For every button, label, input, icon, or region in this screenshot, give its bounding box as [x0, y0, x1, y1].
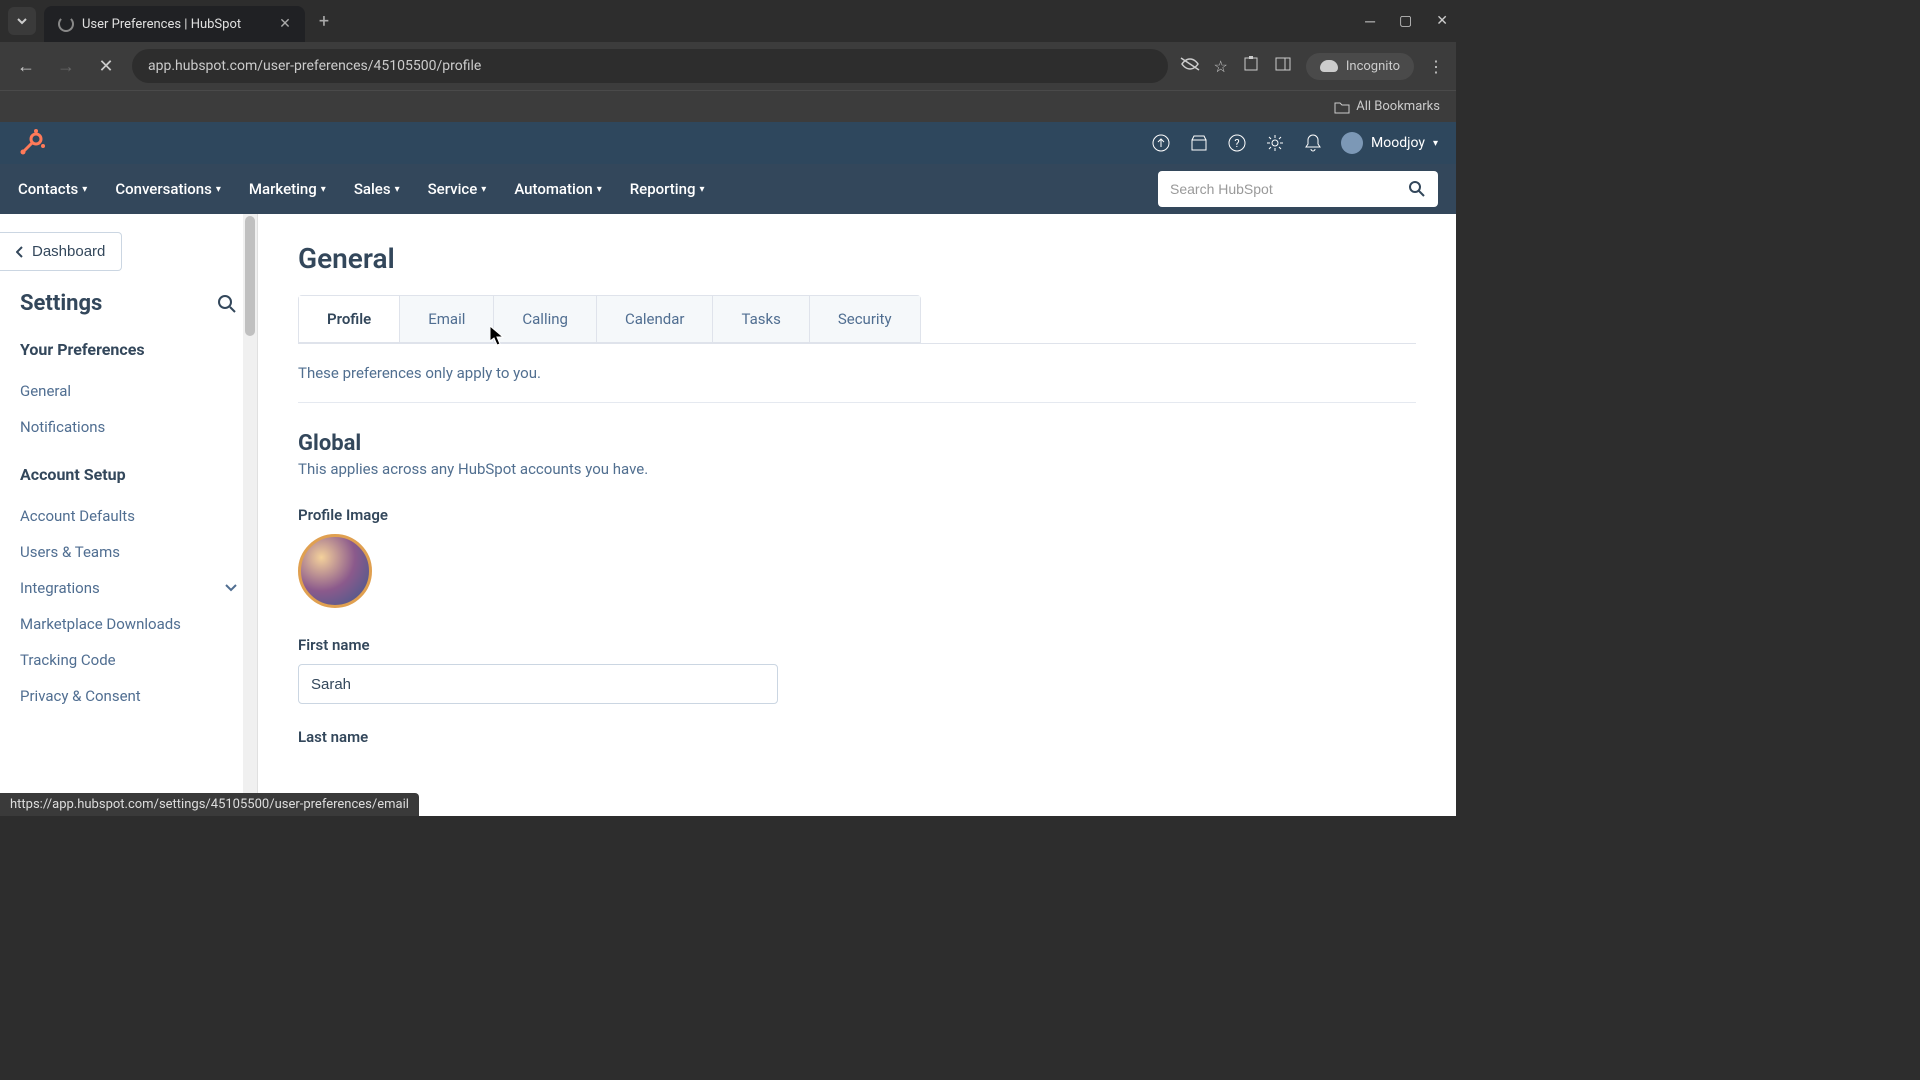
main-nav: Contacts▾ Conversations▾ Marketing▾ Sale… — [0, 164, 1456, 214]
incognito-badge[interactable]: Incognito — [1306, 53, 1414, 80]
search-box[interactable] — [1158, 171, 1438, 207]
incognito-mask-icon — [1320, 60, 1338, 72]
last-name-label: Last name — [298, 728, 1416, 746]
svg-text:?: ? — [1234, 137, 1239, 150]
nav-service[interactable]: Service▾ — [428, 180, 487, 198]
first-name-input[interactable] — [298, 664, 778, 704]
nav-conversations[interactable]: Conversations▾ — [115, 180, 221, 198]
nav-reporting[interactable]: Reporting▾ — [630, 180, 705, 198]
minimize-button[interactable]: ─ — [1365, 13, 1375, 30]
bookmarks-bar: All Bookmarks — [0, 90, 1456, 122]
sidepanel-icon[interactable] — [1274, 55, 1292, 77]
sidebar-item-tracking-code[interactable]: Tracking Code — [20, 642, 237, 678]
sidebar-item-notifications[interactable]: Notifications — [20, 409, 237, 445]
settings-sidebar: Dashboard Settings Your Preferences Gene… — [0, 214, 258, 816]
browser-tab-strip: User Preferences | HubSpot ✕ + ─ ▢ ✕ — [0, 0, 1456, 42]
browser-menu-button[interactable]: ⋮ — [1428, 57, 1444, 76]
sidebar-section-preferences: Your Preferences — [20, 340, 237, 359]
global-section-subtitle: This applies across any HubSpot accounts… — [298, 460, 1416, 478]
browser-status-bar: https://app.hubspot.com/settings/4510550… — [0, 793, 419, 816]
nav-marketing[interactable]: Marketing▾ — [249, 180, 326, 198]
help-text: These preferences only apply to you. — [298, 364, 1416, 403]
sidebar-item-account-defaults[interactable]: Account Defaults — [20, 498, 237, 534]
folder-icon — [1334, 100, 1350, 114]
tab-search-button[interactable] — [8, 7, 36, 35]
main-content: General Profile Email Calling Calendar T… — [258, 214, 1456, 816]
forward-button[interactable]: → — [52, 52, 80, 80]
sidebar-scrollbar[interactable] — [243, 214, 257, 816]
sidebar-section-account: Account Setup — [20, 465, 237, 484]
user-avatar-small — [1341, 132, 1363, 154]
sidebar-item-users-teams[interactable]: Users & Teams — [20, 534, 237, 570]
tab-email[interactable]: Email — [400, 296, 494, 342]
settings-gear-icon[interactable] — [1265, 133, 1285, 153]
back-to-dashboard-button[interactable]: Dashboard — [0, 232, 122, 271]
search-input[interactable] — [1170, 181, 1408, 197]
close-tab-button[interactable]: ✕ — [279, 16, 291, 32]
incognito-label: Incognito — [1346, 59, 1400, 74]
sidebar-item-privacy-consent[interactable]: Privacy & Consent — [20, 678, 237, 714]
maximize-button[interactable]: ▢ — [1399, 13, 1412, 30]
user-menu[interactable]: Moodjoy ▾ — [1341, 132, 1438, 154]
help-icon[interactable]: ? — [1227, 133, 1247, 153]
page-title: General — [298, 242, 1416, 275]
sidebar-item-general[interactable]: General — [20, 373, 237, 409]
tab-calendar[interactable]: Calendar — [597, 296, 714, 342]
tab-list: Profile Email Calling Calendar Tasks Sec… — [298, 295, 921, 343]
sidebar-item-integrations[interactable]: Integrations — [20, 570, 237, 606]
marketplace-icon[interactable] — [1189, 133, 1209, 153]
chevron-down-icon — [225, 584, 237, 592]
tab-title: User Preferences | HubSpot — [82, 17, 241, 32]
app-viewport: ? Moodjoy ▾ Contacts▾ Conversations▾ Mar… — [0, 122, 1456, 816]
chevron-down-icon: ▾ — [1433, 138, 1438, 149]
back-button[interactable]: ← — [12, 52, 40, 80]
nav-contacts[interactable]: Contacts▾ — [18, 180, 87, 198]
browser-toolbar: ← → ✕ app.hubspot.com/user-preferences/4… — [0, 42, 1456, 90]
tab-security[interactable]: Security — [810, 296, 920, 342]
incognito-eye-icon[interactable] — [1180, 56, 1200, 76]
url-bar[interactable]: app.hubspot.com/user-preferences/4510550… — [132, 49, 1168, 83]
nav-automation[interactable]: Automation▾ — [514, 180, 601, 198]
browser-tab-active[interactable]: User Preferences | HubSpot ✕ — [44, 6, 305, 42]
tab-calling[interactable]: Calling — [494, 296, 597, 342]
bookmark-star-icon[interactable]: ☆ — [1214, 57, 1228, 76]
close-window-button[interactable]: ✕ — [1436, 13, 1448, 30]
user-name: Moodjoy — [1371, 135, 1425, 151]
upgrade-icon[interactable] — [1151, 133, 1171, 153]
hubspot-logo[interactable] — [18, 129, 46, 157]
app-header: ? Moodjoy ▾ — [0, 122, 1456, 164]
search-icon — [1408, 180, 1426, 198]
profile-avatar[interactable] — [298, 534, 372, 608]
settings-heading: Settings — [20, 291, 102, 316]
loading-spinner-icon — [58, 16, 74, 32]
tab-profile[interactable]: Profile — [299, 296, 400, 342]
chevron-left-icon — [16, 246, 24, 258]
settings-search-icon[interactable] — [217, 294, 237, 314]
extensions-icon[interactable] — [1242, 55, 1260, 77]
first-name-label: First name — [298, 636, 1416, 654]
url-text: app.hubspot.com/user-preferences/4510550… — [148, 58, 481, 74]
global-section-title: Global — [298, 431, 1416, 456]
profile-image-label: Profile Image — [298, 506, 1416, 524]
tab-tasks[interactable]: Tasks — [713, 296, 809, 342]
sidebar-item-marketplace-downloads[interactable]: Marketplace Downloads — [20, 606, 237, 642]
new-tab-button[interactable]: + — [319, 11, 329, 32]
notifications-bell-icon[interactable] — [1303, 133, 1323, 153]
nav-sales[interactable]: Sales▾ — [354, 180, 400, 198]
window-controls: ─ ▢ ✕ — [1365, 13, 1448, 30]
stop-reload-button[interactable]: ✕ — [92, 52, 120, 80]
all-bookmarks-button[interactable]: All Bookmarks — [1334, 99, 1440, 114]
